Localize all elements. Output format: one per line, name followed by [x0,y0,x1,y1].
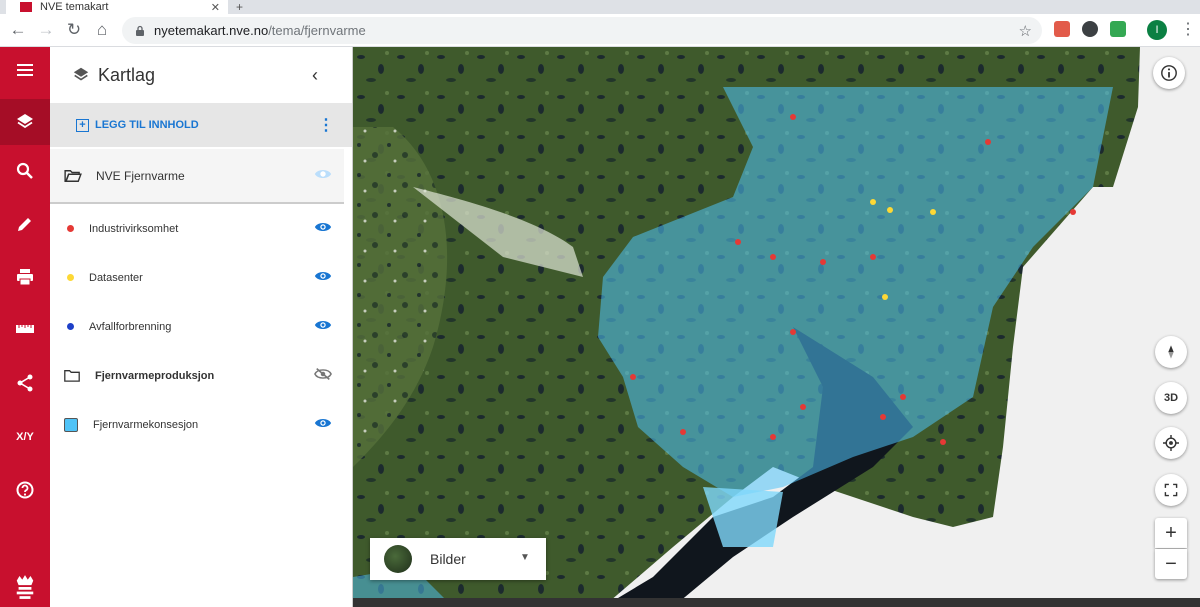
compass-button[interactable] [1155,336,1187,368]
visibility-on-icon[interactable] [314,318,332,332]
coordinate-button[interactable]: X/Y [0,417,50,457]
layers-icon [17,114,33,129]
layer-row[interactable]: Fjernvarmekonsesjon [50,400,352,449]
ruler-icon [16,325,34,333]
layer-label: Fjernvarmekonsesjon [93,418,199,431]
layer-label: Fjernvarmeproduksjon [95,369,215,382]
chevron-down-icon: ▼ [520,552,530,563]
layer-panel: Kartlag ‹ + LEGG TIL INNHOLD ⋮ NVE Fjern… [50,47,353,607]
add-content-label: LEGG TIL INNHOLD [95,119,199,131]
new-tab-icon[interactable]: + [236,0,243,14]
visibility-toggle-icon[interactable] [314,167,332,181]
print-icon [17,269,33,286]
layer-label: Industrivirksomhet [89,222,179,235]
search-icon [16,162,33,179]
help-button[interactable] [0,470,50,510]
map-status-bar [353,598,1200,607]
folder-open-icon [64,169,82,182]
info-button[interactable] [1153,57,1185,89]
xy-label: X/Y [16,431,34,443]
info-icon [1161,65,1177,81]
legend-dot [67,274,74,281]
layer-row[interactable]: Fjernvarmeproduksjon [50,351,352,400]
legend-dot [67,225,74,232]
browser-tab[interactable]: NVE temakart ✕ [6,0,228,14]
add-content-button[interactable]: + LEGG TIL INNHOLD ⋮ [50,103,352,147]
layer-list: Industrivirksomhet Datasenter Avfallforbre… [50,204,352,449]
panel-title: Kartlag [98,64,156,85]
share-icon [17,374,33,392]
zoom-out-button[interactable]: − [1155,549,1187,579]
menu-button[interactable] [0,50,50,90]
toggle-3d-button[interactable]: 3D [1155,382,1187,414]
share-button[interactable] [0,363,50,403]
basemap-selector[interactable]: Bilder ▼ [370,538,546,580]
zoom-in-button[interactable]: + [1155,518,1187,548]
layer-row[interactable]: Avfallforbrenning [50,302,352,351]
layers-icon [73,67,89,81]
fullscreen-button[interactable] [1155,474,1187,506]
profile-avatar[interactable]: I [1147,20,1167,40]
crown-logo-icon [16,575,34,599]
pdf-extension-icon[interactable] [1054,21,1070,37]
back-icon[interactable]: ← [4,16,32,44]
basemap-thumbnail [384,545,412,573]
lock-icon [136,25,144,36]
nve-favicon-icon [20,2,32,12]
nve-logo [0,567,50,607]
url-path: /tema/fjernvarme [268,23,366,38]
layer-group-nve-fjernvarme[interactable]: NVE Fjernvarme [50,149,344,204]
hamburger-icon [17,64,33,76]
layer-label: Avfallforbrenning [89,320,172,333]
fullscreen-icon [1164,483,1178,497]
forward-icon[interactable]: → [32,16,60,44]
legend-swatch [64,417,78,432]
draw-button[interactable] [0,204,50,244]
shield-extension-icon[interactable] [1082,21,1098,37]
search-button[interactable] [0,151,50,191]
visibility-off-icon[interactable] [314,367,332,381]
print-button[interactable] [0,257,50,297]
visibility-on-icon[interactable] [314,269,332,283]
compass-icon [1168,345,1174,359]
browser-menu-icon[interactable]: ⋮ [1180,19,1196,39]
crosshair-icon [1163,435,1179,451]
folder-icon [64,370,80,382]
panel-header: Kartlag ‹ [50,47,352,103]
help-icon [16,481,34,499]
tab-title: NVE temakart [40,1,109,13]
group-label: NVE Fjernvarme [96,168,185,183]
tool-rail: X/Y [0,47,50,607]
measure-button[interactable] [0,309,50,349]
bookmark-star-icon[interactable]: ☆ [1019,22,1032,40]
legend-dot [67,323,74,330]
visibility-on-icon[interactable] [314,416,332,430]
layer-row[interactable]: Industrivirksomhet [50,204,352,253]
add-icon: + [76,118,89,132]
satellite-map-image[interactable] [353,47,1200,607]
map-view[interactable] [353,47,1200,607]
more-options-icon[interactable]: ⋮ [318,115,334,135]
layer-label: Datasenter [89,271,143,284]
collapse-panel-icon[interactable]: ‹ [312,65,318,86]
home-icon[interactable]: ⌂ [88,16,116,44]
layers-button[interactable] [0,99,50,145]
url-host: nyetemakart.nve.no [154,23,269,38]
locate-me-button[interactable] [1155,427,1187,459]
grid-extension-icon[interactable] [1110,21,1126,37]
visibility-on-icon[interactable] [314,220,332,234]
address-bar[interactable]: nyetemakart.nve.no /tema/fjernvarme ☆ [122,17,1042,44]
tab-close-icon[interactable]: ✕ [211,1,220,14]
reload-icon[interactable]: ↻ [60,16,88,44]
browser-toolbar: ← → ↻ ⌂ nyetemakart.nve.no /tema/fjernva… [0,14,1200,47]
basemap-label: Bilder [430,551,466,567]
browser-tabstrip: NVE temakart ✕ + [0,0,1200,14]
layer-row[interactable]: Datasenter [50,253,352,302]
pencil-icon [18,218,31,231]
